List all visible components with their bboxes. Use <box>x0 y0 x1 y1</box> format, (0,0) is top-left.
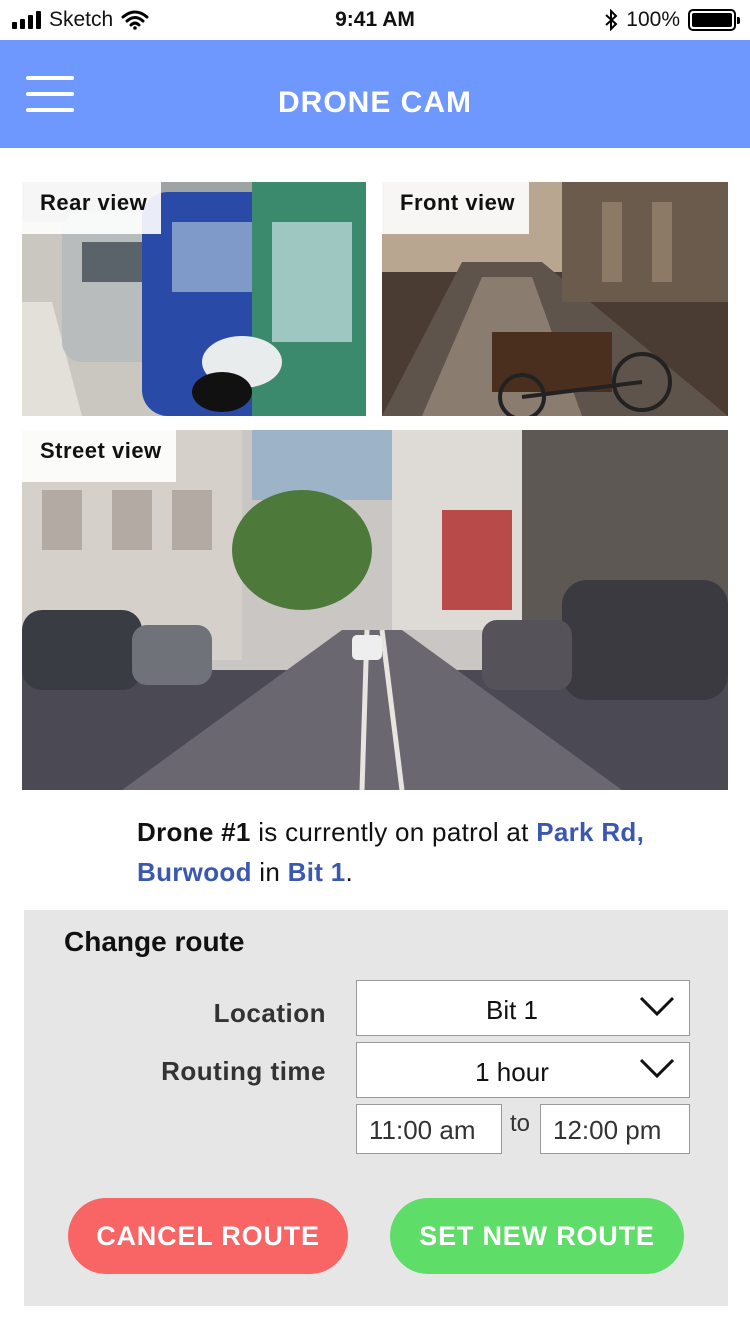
status-text-2: in <box>251 857 288 887</box>
set-new-route-button[interactable]: SET NEW ROUTE <box>390 1198 684 1274</box>
drone-name: Drone #1 <box>137 817 251 847</box>
start-time-input[interactable]: 11:00 am <box>356 1104 502 1154</box>
chevron-down-icon <box>639 996 675 1017</box>
status-bar: Sketch 9:41 AM 100% <box>0 0 750 40</box>
status-text-3: . <box>345 857 354 887</box>
routing-time-select[interactable]: 1 hour <box>356 1042 690 1098</box>
location-label: Location <box>213 998 326 1028</box>
chevron-down-icon <box>639 1058 675 1079</box>
battery-icon <box>688 9 740 31</box>
street-view-camera[interactable]: Street view <box>22 430 728 790</box>
battery-percent: 100% <box>626 8 680 31</box>
location-select-value: Bit 1 <box>485 995 539 1025</box>
location-select[interactable]: Bit 1 <box>356 980 690 1036</box>
to-label: to <box>510 1110 531 1137</box>
bluetooth-icon <box>605 9 618 31</box>
drone-status: Drone #1 is currently on patrol at Park … <box>137 812 697 892</box>
status-text-1: is currently on patrol at <box>250 817 537 847</box>
change-route-title: Change route <box>64 926 245 957</box>
front-view-label: Front view <box>382 182 530 234</box>
rear-view-camera[interactable]: Rear view <box>22 182 366 416</box>
app-header: DRONE CAM <box>0 40 750 148</box>
change-route-panel: Change route Location Bit 1 Routing time… <box>24 910 728 1306</box>
front-view-camera[interactable]: Front view <box>382 182 728 416</box>
routing-time-select-value: 1 hour <box>475 1057 549 1087</box>
status-right: 100% <box>604 8 740 32</box>
end-time-input[interactable]: 12:00 pm <box>540 1104 690 1154</box>
routing-time-label: Routing time <box>161 1056 326 1086</box>
app-title: DRONE CAM <box>278 86 472 119</box>
rear-view-label: Rear view <box>22 182 162 234</box>
area-link[interactable]: Bit 1 <box>288 857 346 887</box>
cancel-route-button[interactable]: CANCEL ROUTE <box>68 1198 348 1274</box>
street-view-image <box>22 430 728 790</box>
street-view-label: Street view <box>22 430 176 482</box>
